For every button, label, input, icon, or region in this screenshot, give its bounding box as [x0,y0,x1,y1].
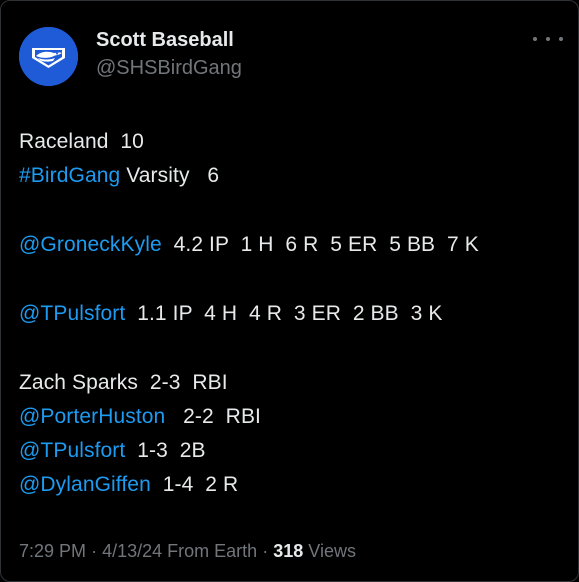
team-score: 10 [120,130,144,153]
score-line-birdgang: #BirdGang Varsity 6 [19,159,569,193]
hitter-line: @DylanGiffen 1-4 2 R [19,468,569,502]
hitting-stats: 2-2 RBI [183,405,261,428]
hitter-line: Zach Sparks 2-3 RBI [19,366,569,400]
avatar[interactable] [19,27,78,86]
account-handle[interactable]: @SHSBirdGang [96,57,242,80]
score-line-raceland: Raceland 10 [19,125,569,159]
views-count: 318 [273,541,304,561]
eagle-logo-icon [19,27,78,86]
separator: · [91,541,98,561]
dot [546,37,550,41]
mention-link[interactable]: @GroneckKyle [19,233,162,256]
hashtag-link[interactable]: #BirdGang [19,164,120,187]
player-name: Zach Sparks [19,371,138,394]
mention-link[interactable]: @PorterHuston [19,405,165,428]
mention-link[interactable]: @DylanGiffen [19,473,151,496]
hitter-line: @PorterHuston 2-2 RBI [19,400,569,434]
tweet-meta: 7:29 PM · 4/13/24 From Earth · 318 Views [19,541,356,562]
mention-link[interactable]: @TPulsfort [19,439,125,462]
dot [559,37,563,41]
post-date[interactable]: 4/13/24 [102,541,162,561]
pitching-stats: 1.1 IP 4 H 4 R 3 ER 2 BB 3 K [137,302,443,325]
post-time[interactable]: 7:29 PM [19,541,86,561]
pitcher-line: @GroneckKyle 4.2 IP 1 H 6 R 5 ER 5 BB 7 … [19,228,569,262]
hitting-stats: 2-3 RBI [149,371,228,394]
tweet-text: Raceland 10 #BirdGang Varsity 6 @Groneck… [19,125,569,502]
tweet-card: Scott Baseball @SHSBirdGang Raceland 10 … [0,0,579,582]
mention-link[interactable]: @TPulsfort [19,302,125,325]
hitter-line: @TPulsfort 1-3 2B [19,434,569,468]
display-name[interactable]: Scott Baseball [96,29,234,52]
post-source: From Earth [167,541,258,561]
pitching-stats: 4.2 IP 1 H 6 R 5 ER 5 BB 7 K [173,233,479,256]
hitting-stats: 1-4 2 R [162,473,239,496]
separator: · [262,541,269,561]
team-name: Varsity [126,164,190,187]
team-name: Raceland [19,130,109,153]
pitcher-line: @TPulsfort 1.1 IP 4 H 4 R 3 ER 2 BB 3 K [19,297,569,331]
hitting-stats: 1-3 2B [137,439,206,462]
dot [533,37,537,41]
team-score: 6 [207,164,220,187]
views-label: Views [308,541,356,561]
more-options-icon[interactable] [533,29,563,49]
